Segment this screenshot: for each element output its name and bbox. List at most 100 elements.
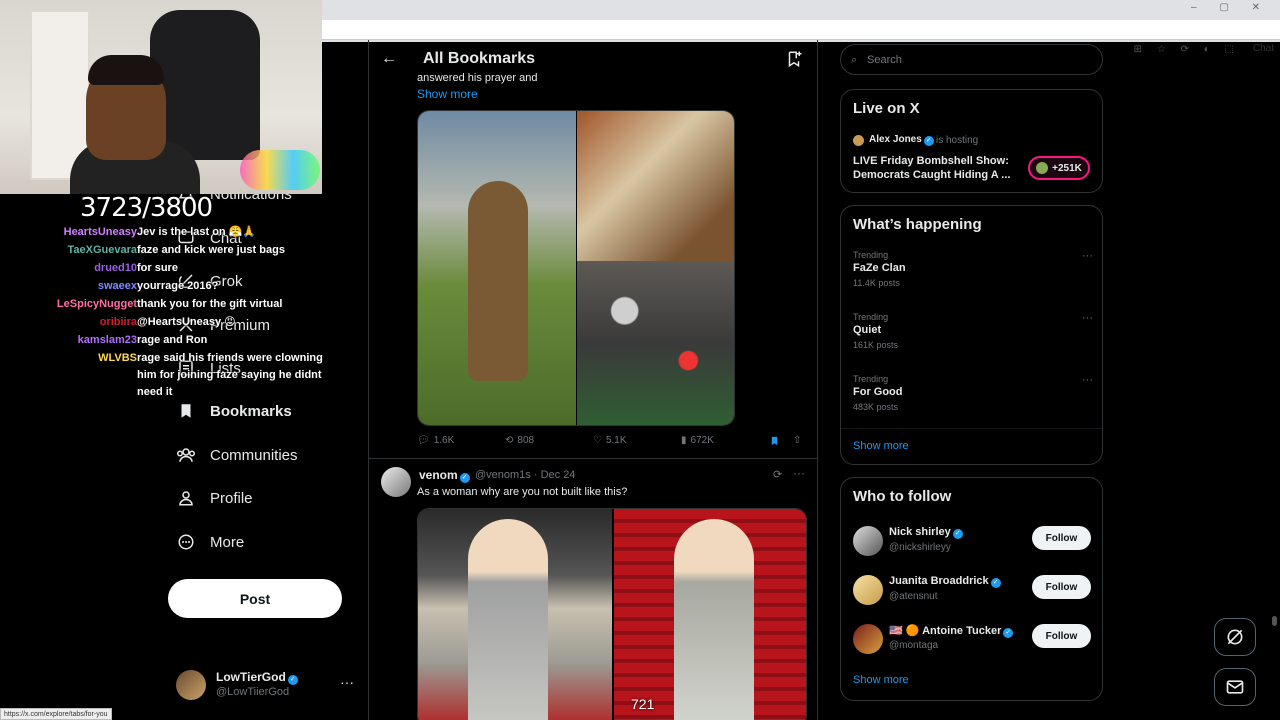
tweet-media[interactable] bbox=[417, 110, 735, 426]
post-button[interactable]: Post bbox=[168, 579, 342, 618]
nav-more[interactable]: More bbox=[176, 532, 244, 552]
chat-message: faze and kick were just bags bbox=[137, 244, 285, 256]
live-status: is hosting bbox=[936, 135, 979, 146]
live-listeners-button[interactable]: +251K bbox=[1028, 156, 1090, 180]
trend-count: 11.4K posts bbox=[853, 278, 900, 288]
account-handle: @LowTiierGod bbox=[216, 686, 290, 698]
user-name: 🇺🇸 🟠 Antoine Tucker ✓ bbox=[889, 624, 1014, 638]
communities-icon bbox=[176, 445, 196, 465]
follow-suggestion[interactable]: Nick shirley ✓ @nickshirleyy Follow bbox=[853, 524, 1093, 564]
listener-count: +251K bbox=[1052, 162, 1082, 174]
user-handle: @montaga bbox=[889, 640, 939, 651]
repost-button[interactable]: ⟲ 808 bbox=[505, 435, 534, 446]
tweet-actions: 💬︎ 1.6K ⟲ 808 ♡ 5.1K ▮ 672K ⇧ bbox=[417, 435, 807, 453]
user-name: Juanita Broaddrick ✓ bbox=[889, 575, 1001, 588]
browser-address-bar[interactable]: ⊞ ☆ ⟳ ◐ ⬚ Chat bbox=[322, 20, 1280, 55]
bookmark-button[interactable] bbox=[769, 435, 780, 447]
reply-count: 1.6K bbox=[433, 435, 455, 446]
trend-item[interactable]: Trending Quiet 161K posts ··· bbox=[853, 312, 1093, 362]
trend-count: 483K posts bbox=[853, 402, 899, 412]
chat-message: Jev is the last on 😤🙏 bbox=[137, 226, 257, 238]
trend-label: Trending bbox=[853, 250, 889, 260]
nav-profile[interactable]: Profile bbox=[176, 488, 253, 508]
follow-suggestion[interactable]: 🇺🇸 🟠 Antoine Tucker ✓ @montaga Follow bbox=[853, 622, 1093, 662]
trend-item[interactable]: Trending FaZe Clan 11.4K posts ··· bbox=[853, 250, 1093, 300]
follow-button[interactable]: Follow bbox=[1032, 575, 1091, 599]
chat-message: rage and Ron bbox=[137, 334, 208, 346]
grok-explain-icon[interactable]: ⟳ bbox=[773, 468, 782, 481]
tweet-text: answered his prayer and bbox=[417, 72, 538, 84]
account-more-icon[interactable]: ··· bbox=[340, 674, 354, 690]
verified-icon: ✓ bbox=[952, 529, 963, 539]
nav-bookmarks[interactable]: Bookmarks bbox=[176, 401, 292, 421]
nav-communities[interactable]: Communities bbox=[176, 445, 298, 465]
follow-suggestion[interactable]: Juanita Broaddrick ✓ @atensnut Follow bbox=[853, 573, 1093, 613]
views-icon: ▮ bbox=[681, 435, 687, 446]
verified-icon: ✓ bbox=[1003, 628, 1014, 638]
like-button[interactable]: ♡ 5.1K bbox=[593, 435, 627, 446]
grok-icon bbox=[1227, 629, 1243, 645]
avatar bbox=[1036, 162, 1049, 174]
trend-more-icon[interactable]: ··· bbox=[1082, 312, 1093, 324]
trend-more-icon[interactable]: ··· bbox=[1082, 374, 1093, 386]
live-show-title[interactable]: LIVE Friday Bombshell Show: Democrats Ca… bbox=[853, 154, 1023, 182]
heart-icon: ♡ bbox=[593, 435, 602, 446]
scrollbar[interactable] bbox=[1272, 616, 1277, 626]
avatar[interactable] bbox=[853, 526, 883, 556]
avatar[interactable] bbox=[853, 575, 883, 605]
mail-icon bbox=[1226, 680, 1244, 694]
who-to-follow-panel: Who to follow Nick shirley ✓ @nickshirley… bbox=[840, 477, 1103, 701]
tweet-divider bbox=[369, 458, 817, 459]
repost-count: 808 bbox=[517, 435, 535, 446]
avatar bbox=[176, 670, 206, 700]
webcam-overlay bbox=[0, 0, 322, 194]
tweet-more-icon[interactable]: ··· bbox=[793, 466, 805, 480]
share-button[interactable]: ⇧ bbox=[793, 435, 801, 446]
extension-icons[interactable]: ⊞ ☆ ⟳ ◐ ⬚ bbox=[1134, 44, 1240, 55]
avatar bbox=[853, 135, 864, 146]
messages-float-button[interactable] bbox=[1214, 668, 1256, 706]
grok-float-button[interactable] bbox=[1214, 618, 1256, 656]
trend-name: For Good bbox=[853, 386, 903, 398]
follow-button[interactable]: Follow bbox=[1032, 624, 1091, 648]
trend-more-icon[interactable]: ··· bbox=[1082, 250, 1093, 262]
section-title: What’s happening bbox=[853, 216, 982, 233]
status-bar-url: https://x.com/explore/tabs/for-you bbox=[0, 708, 112, 720]
back-arrow-icon[interactable]: ← bbox=[381, 50, 397, 68]
show-more-link[interactable]: Show more bbox=[853, 674, 909, 686]
views-button[interactable]: ▮ 672K bbox=[681, 435, 714, 446]
repost-icon: ⟲ bbox=[505, 435, 514, 446]
trend-name: Quiet bbox=[853, 324, 882, 336]
show-more-link[interactable]: Show more bbox=[417, 87, 478, 101]
account-switcher[interactable]: LowTierGod ✓ @LowTiierGod ··· bbox=[176, 668, 356, 702]
tweet-media[interactable] bbox=[417, 508, 807, 720]
reply-button[interactable]: 💬︎ 1.6K bbox=[417, 435, 454, 446]
chat-username: WLVBS bbox=[98, 352, 137, 364]
show-more-link[interactable]: Show more bbox=[853, 440, 909, 452]
nav-label: Bookmarks bbox=[210, 402, 292, 420]
trend-label: Trending bbox=[853, 312, 889, 322]
reply-icon: 💬︎ bbox=[417, 435, 430, 446]
user-handle: @atensnut bbox=[889, 591, 938, 602]
nav-label: More bbox=[210, 533, 245, 551]
section-title: Who to follow bbox=[853, 488, 952, 505]
tweet-handle-date: @venom1s · Dec 24 bbox=[475, 469, 576, 481]
bookmark-folder-add-icon[interactable] bbox=[785, 50, 803, 73]
verified-icon: ✓ bbox=[287, 675, 298, 685]
follow-button[interactable]: Follow bbox=[1032, 526, 1091, 550]
live-host[interactable]: Alex Jones ✓ bbox=[869, 134, 934, 146]
page-title: All Bookmarks bbox=[423, 50, 536, 67]
trend-item[interactable]: Trending For Good 483K posts ··· bbox=[853, 374, 1093, 424]
avatar[interactable] bbox=[381, 467, 411, 497]
tweet-text: As a woman why are you not built like th… bbox=[417, 486, 628, 498]
chat-username: TaeXGuevara bbox=[67, 244, 137, 256]
profile-icon bbox=[176, 488, 196, 508]
window-controls[interactable]: – ▢ ✕ bbox=[1191, 2, 1270, 13]
share-icon: ⇧ bbox=[793, 435, 802, 446]
browser-chat-button[interactable]: Chat bbox=[1253, 43, 1274, 54]
avatar[interactable] bbox=[853, 624, 883, 654]
bookmark-icon bbox=[176, 401, 196, 421]
search-input[interactable]: ⌕ Search bbox=[840, 44, 1103, 75]
user-name: Nick shirley ✓ bbox=[889, 526, 963, 539]
tweet-author[interactable]: venom ✓ bbox=[419, 468, 470, 483]
